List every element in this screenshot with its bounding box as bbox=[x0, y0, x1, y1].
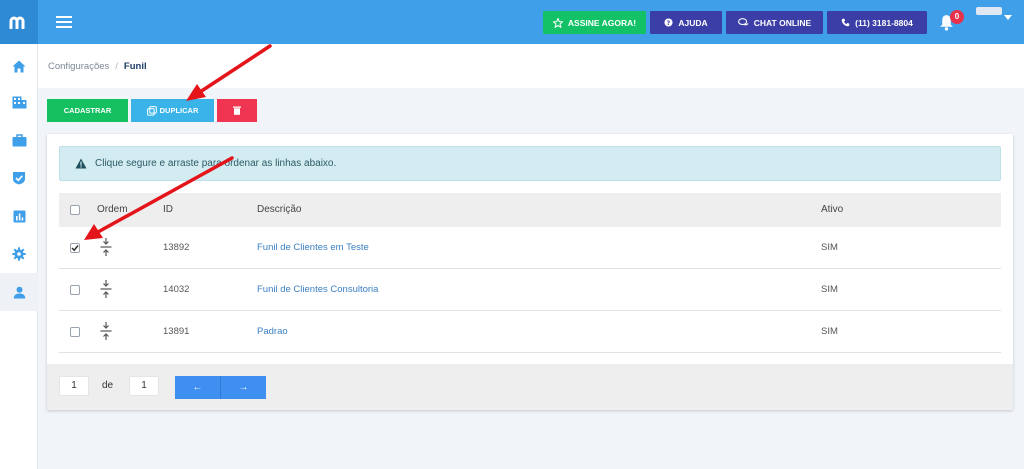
briefcase-icon bbox=[12, 133, 26, 146]
chat-bubbles-icon bbox=[737, 18, 749, 26]
row-checkbox[interactable] bbox=[70, 285, 80, 295]
drag-handle-icon[interactable] bbox=[100, 237, 112, 257]
row-ativo: SIM bbox=[821, 284, 838, 295]
user-company-logo[interactable] bbox=[976, 7, 1002, 15]
info-alert: Clique segure e arraste para ordenar as … bbox=[59, 146, 1001, 181]
funnel-list-card: Clique segure e arraste para ordenar as … bbox=[47, 134, 1013, 410]
sidebar bbox=[0, 44, 38, 469]
chevron-down-icon[interactable] bbox=[1004, 15, 1012, 20]
bar-chart-icon bbox=[13, 210, 25, 222]
delete-button[interactable] bbox=[217, 99, 257, 122]
checkmark-icon bbox=[71, 245, 79, 252]
breadcrumb-separator: / bbox=[115, 61, 118, 72]
current-page-input[interactable]: 1 bbox=[59, 376, 89, 396]
notification-badge: 0 bbox=[950, 10, 964, 24]
total-pages: 1 bbox=[129, 376, 159, 396]
warning-triangle-icon bbox=[75, 158, 87, 169]
row-id: 13891 bbox=[163, 326, 190, 337]
sidebar-item-home[interactable] bbox=[0, 47, 38, 85]
m-logo-icon bbox=[9, 16, 25, 29]
cadastrar-label: CADASTRAR bbox=[63, 106, 112, 115]
breadcrumb-current: Funil bbox=[123, 61, 147, 72]
table-row[interactable]: 13892 Funil de Clientes em Teste SIM bbox=[59, 228, 1001, 269]
phone-label: (11) 3181-8804 bbox=[855, 17, 913, 28]
pagination-bar: 1 de 1 ← → bbox=[47, 364, 1013, 410]
row-checkbox[interactable] bbox=[70, 243, 80, 253]
top-bar: ASSINE AGORA! ? AJUDA CHAT ONLINE (11) 3… bbox=[0, 0, 1024, 44]
row-descricao-link[interactable]: Funil de Clientes Consultoria bbox=[257, 284, 378, 295]
col-id[interactable]: ID bbox=[163, 204, 173, 215]
table-row[interactable]: 13891 Padrao SIM bbox=[59, 312, 1001, 353]
sidebar-item-configuracoes[interactable] bbox=[0, 235, 38, 273]
chat-online-button[interactable]: CHAT ONLINE bbox=[726, 11, 823, 34]
page-of-label: de bbox=[102, 380, 114, 391]
duplicar-label: DUPLICAR bbox=[159, 106, 199, 115]
drag-handle-icon[interactable] bbox=[100, 321, 112, 341]
row-checkbox[interactable] bbox=[70, 327, 80, 337]
home-icon bbox=[12, 60, 26, 72]
svg-text:?: ? bbox=[667, 20, 671, 27]
gear-icon bbox=[12, 247, 26, 261]
duplicar-button[interactable]: DUPLICAR bbox=[131, 99, 214, 122]
breadcrumb-bar: Configurações / Funil bbox=[38, 44, 1024, 88]
col-descricao[interactable]: Descrição bbox=[257, 204, 301, 215]
sidebar-item-empresas[interactable] bbox=[0, 83, 38, 121]
breadcrumb-configuracoes[interactable]: Configurações bbox=[48, 61, 109, 72]
row-descricao-link[interactable]: Padrao bbox=[257, 326, 288, 337]
star-icon bbox=[552, 17, 563, 28]
next-page-button[interactable]: → bbox=[220, 376, 266, 399]
col-ativo[interactable]: Ativo bbox=[821, 204, 843, 215]
app-logo[interactable] bbox=[0, 0, 38, 44]
sidebar-item-negocios[interactable] bbox=[0, 121, 38, 159]
chat-label: CHAT ONLINE bbox=[753, 17, 812, 28]
alert-text: Clique segure e arraste para ordenar as … bbox=[95, 158, 337, 169]
drag-handle-icon[interactable] bbox=[100, 279, 112, 299]
hamburger-menu-icon[interactable] bbox=[56, 13, 72, 31]
col-ordem[interactable]: Ordem bbox=[97, 204, 128, 215]
sidebar-item-tarefas[interactable] bbox=[0, 159, 38, 197]
page-nav: ← → bbox=[175, 376, 266, 399]
phone-button[interactable]: (11) 3181-8804 bbox=[827, 11, 927, 34]
ajuda-button[interactable]: ? AJUDA bbox=[650, 11, 722, 34]
row-descricao-link[interactable]: Funil de Clientes em Teste bbox=[257, 242, 369, 253]
copy-icon bbox=[146, 105, 157, 116]
breadcrumb: Configurações / Funil bbox=[48, 61, 147, 72]
assine-label: ASSINE AGORA! bbox=[567, 17, 637, 28]
cadastrar-button[interactable]: CADASTRAR bbox=[47, 99, 128, 122]
ajuda-label: AJUDA bbox=[678, 17, 708, 28]
select-all-checkbox[interactable] bbox=[70, 205, 80, 215]
row-ativo: SIM bbox=[821, 242, 838, 253]
trash-icon bbox=[233, 106, 241, 115]
shield-check-icon bbox=[13, 172, 25, 185]
sidebar-item-relatorios[interactable] bbox=[0, 197, 38, 235]
assine-agora-button[interactable]: ASSINE AGORA! bbox=[543, 11, 646, 34]
sidebar-item-usuarios[interactable] bbox=[0, 273, 38, 311]
prev-page-button[interactable]: ← bbox=[175, 376, 220, 399]
question-circle-icon: ? bbox=[664, 18, 673, 27]
phone-icon bbox=[841, 18, 850, 27]
table-header: Ordem ID Descrição Ativo bbox=[59, 193, 1001, 227]
row-id: 14032 bbox=[163, 284, 190, 295]
row-id: 13892 bbox=[163, 242, 190, 253]
building-icon bbox=[12, 96, 26, 108]
table-row[interactable]: 14032 Funil de Clientes Consultoria SIM bbox=[59, 270, 1001, 311]
user-icon bbox=[13, 286, 25, 298]
row-ativo: SIM bbox=[821, 326, 838, 337]
